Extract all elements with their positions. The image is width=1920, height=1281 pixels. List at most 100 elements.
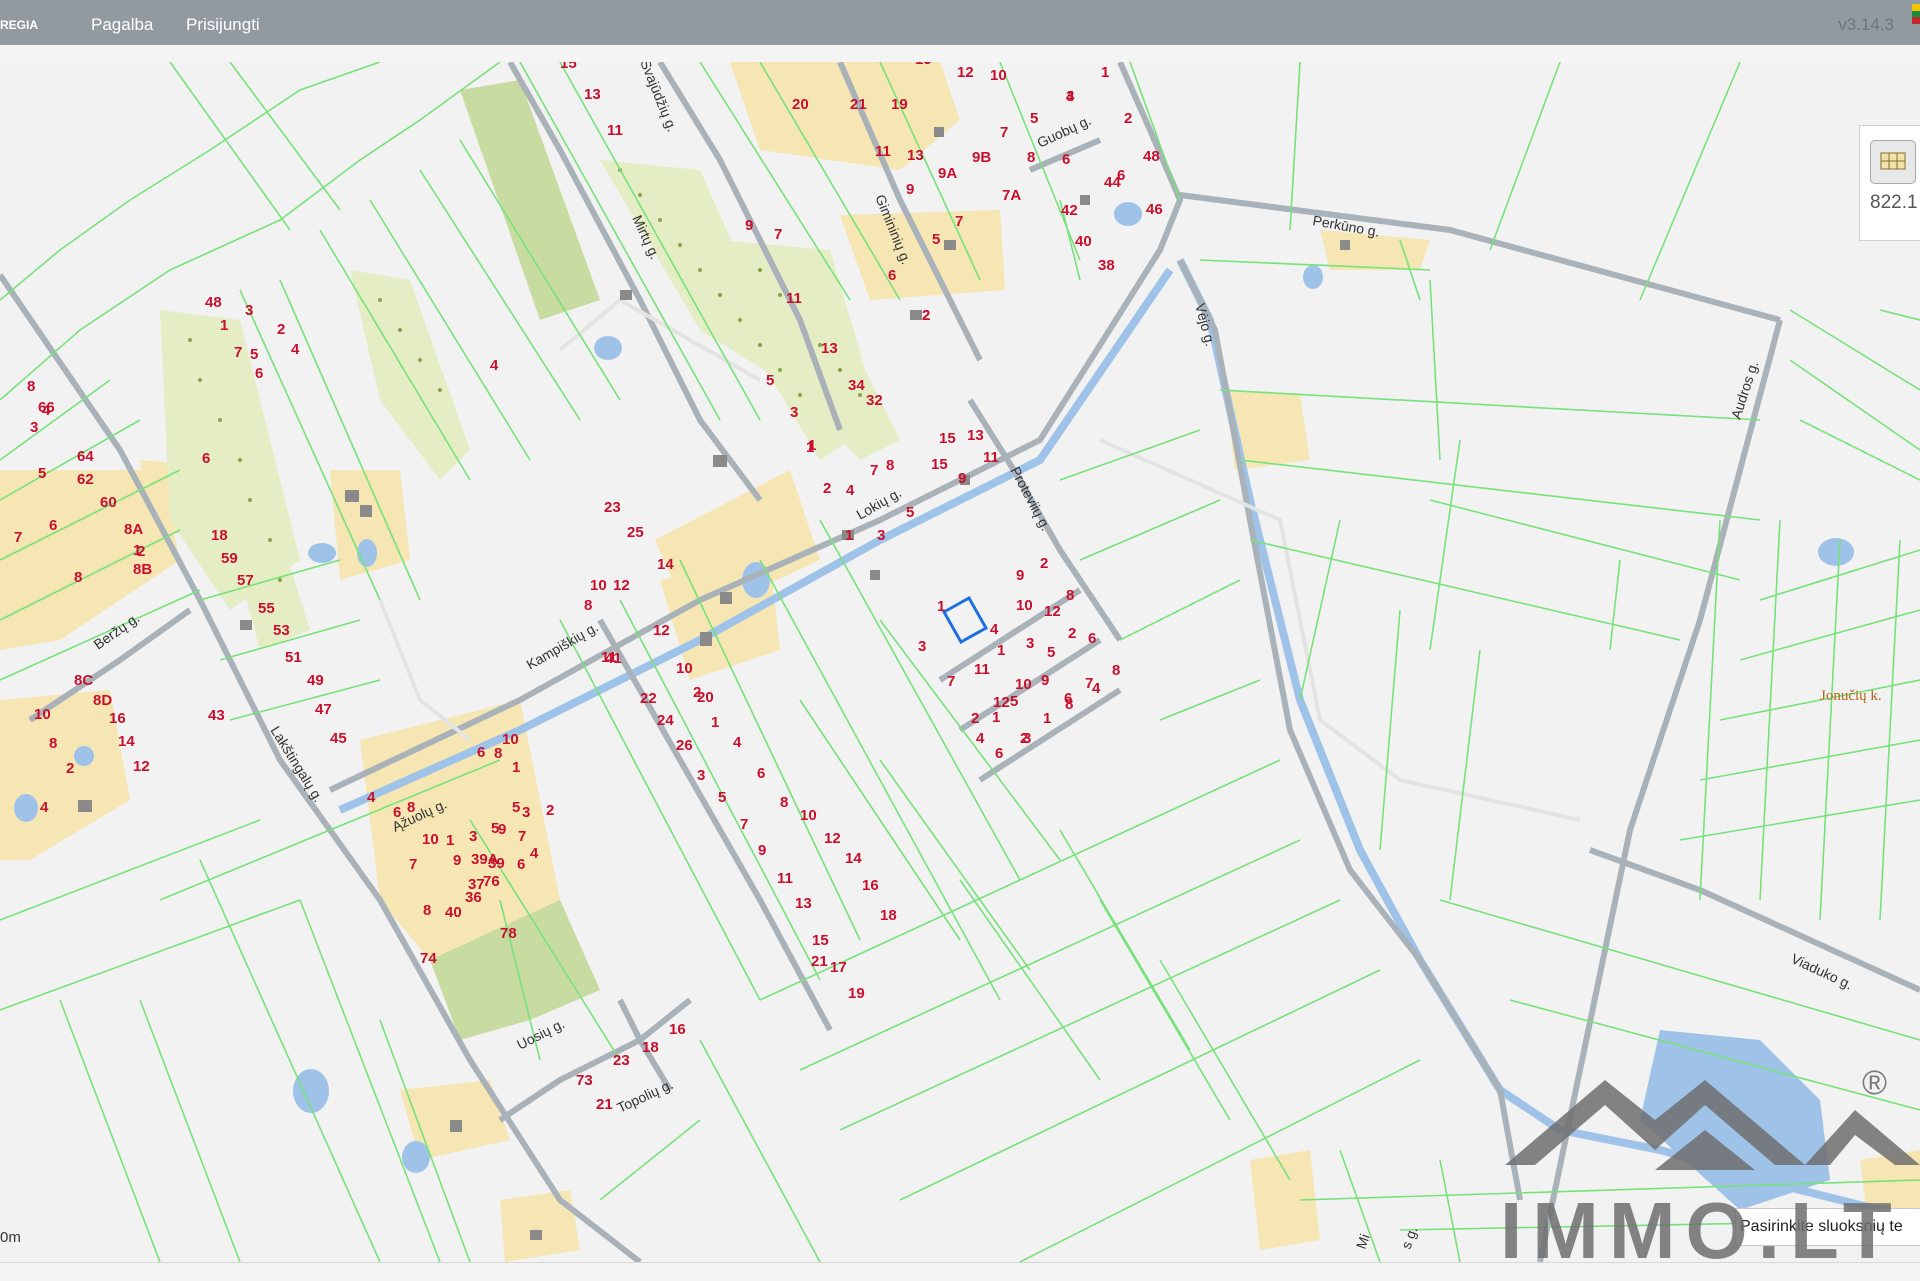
map-layers-icon[interactable]	[1870, 140, 1916, 184]
parcel-number: 39	[488, 855, 505, 872]
parcel-number: 24	[657, 712, 674, 729]
parcel-number: 2	[546, 802, 554, 819]
parcel-number: 23	[613, 1052, 630, 1069]
parcel-number: 15	[939, 430, 956, 447]
parcel-number: 5	[932, 231, 940, 248]
parcel-number: 2	[1068, 625, 1076, 642]
parcel-number: 7	[955, 213, 963, 230]
parcel-number: 22	[640, 690, 657, 707]
parcel-number: 8	[1027, 149, 1035, 166]
parcel-number: 5	[766, 372, 774, 389]
parcel-number: 20	[792, 96, 809, 113]
parcel-number: 9	[453, 852, 461, 869]
parcel-number: 8	[780, 794, 788, 811]
parcel-number: 8	[423, 902, 431, 919]
help-menu[interactable]: Pagalba	[91, 0, 153, 45]
parcel-number: 8D	[93, 692, 112, 709]
parcel-number: 10	[422, 831, 439, 848]
parcel-number: 21	[811, 953, 828, 970]
parcel-number: 10	[800, 807, 817, 824]
parcel-number: 4	[846, 482, 855, 499]
parcel-number: 3	[877, 527, 885, 544]
parcel-number: 7A	[1002, 187, 1021, 204]
parcel-number: 8	[1112, 662, 1120, 679]
parcel-number: 6	[517, 856, 525, 873]
parcel-number: 11	[786, 290, 802, 307]
parcel-number: 3	[522, 804, 530, 821]
parcel-number: 6	[477, 744, 485, 761]
parcel-number: 14	[118, 733, 135, 750]
parcel-number: 8	[27, 378, 35, 395]
parcel-number: 48	[1143, 148, 1160, 165]
village-label: Jonučių k.	[1820, 688, 1882, 704]
parcel-number: 60	[100, 494, 117, 511]
parcel-number: 26	[676, 737, 693, 754]
parcel-number: 76	[483, 873, 500, 890]
parcel-number: 4	[291, 341, 300, 358]
parcel-number: 9	[958, 470, 966, 487]
parcel-number: 8C	[74, 672, 93, 689]
parcel-number: 12	[653, 622, 670, 639]
parcel-number: 7	[1085, 675, 1093, 692]
parcel-number: 17	[915, 62, 932, 68]
bottom-bar	[0, 1262, 1920, 1281]
parcel-number: 49	[307, 672, 324, 689]
parcel-number: 7	[1000, 124, 1008, 141]
parcel-number: 9	[758, 842, 766, 859]
parcel-number: 11	[607, 122, 623, 139]
parcel-number: 4	[733, 734, 742, 751]
scale-label: 0m	[0, 1229, 21, 1246]
parcel-number: 4	[530, 845, 539, 862]
parcel-number: 15	[931, 456, 948, 473]
parcel-number: 8B	[133, 561, 152, 578]
parcel-number: 4	[490, 357, 499, 374]
parcel-number: 2	[1040, 555, 1048, 572]
parcel-number: 16	[109, 710, 126, 727]
parcel-number: 12	[957, 64, 974, 81]
parcel-number: 17	[830, 959, 847, 976]
parcel-number: 3	[245, 302, 253, 319]
parcel-number: 9	[1016, 567, 1024, 584]
parcel-number: 1	[220, 317, 228, 334]
parcel-number: 1	[997, 642, 1005, 659]
parcel-number: 12	[824, 830, 841, 847]
parcel-number: 15	[560, 62, 577, 72]
parcel-number: 4	[976, 730, 985, 747]
parcel-number: 18	[642, 1039, 659, 1056]
parcel-number: 10	[1016, 597, 1033, 614]
parcel-number: 3	[697, 767, 705, 784]
parcel-number: 23	[604, 499, 621, 516]
parcel-number: 6	[393, 804, 401, 821]
parcel-number: 6	[255, 365, 263, 382]
parcel-number: 21	[850, 96, 867, 113]
parcel-number: 9A	[938, 165, 957, 182]
parcel-number: 7	[14, 529, 22, 546]
parcel-number: 53	[273, 622, 290, 639]
login-menu[interactable]: Prisijungti	[186, 0, 260, 45]
parcel-number: 10	[990, 67, 1007, 84]
parcel-number: 46	[1146, 201, 1163, 218]
parcel-number: 5	[491, 820, 499, 837]
parcel-number: 25	[627, 524, 644, 541]
parcel-number: 21	[596, 1096, 613, 1113]
parcel-number: 13	[967, 427, 984, 444]
brand-logo[interactable]: REGIA	[0, 0, 38, 45]
parcel-number: 55	[258, 600, 275, 617]
parcel-number: 9	[745, 217, 753, 234]
parcel-number: 45	[330, 730, 347, 747]
parcel-number: 38	[1098, 257, 1115, 274]
parcel-number: 1	[808, 437, 816, 454]
parcel-number: 14	[845, 850, 862, 867]
parcel-number: 8	[74, 569, 82, 586]
parcel-number: 19	[891, 96, 908, 113]
parcel-number: 59	[221, 550, 238, 567]
registered-mark: ®	[1862, 1064, 1888, 1102]
parcel-number: 40	[445, 904, 462, 921]
parcel-number: 9	[1041, 672, 1049, 689]
parcel-number: 7	[409, 856, 417, 873]
parcel-number: 48	[205, 294, 222, 311]
area-value: 822.1	[1870, 192, 1918, 213]
flag-icon	[1912, 4, 1920, 24]
parcel-number: 18	[880, 907, 897, 924]
parcel-number: 9	[906, 181, 914, 198]
